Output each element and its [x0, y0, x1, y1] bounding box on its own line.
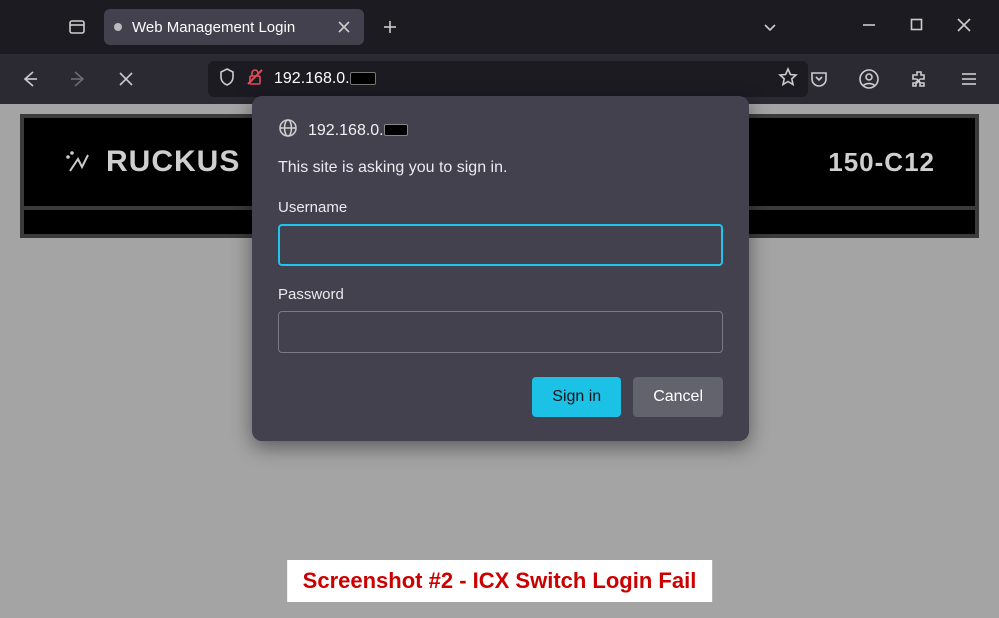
tracking-protection-icon[interactable] — [218, 67, 236, 92]
address-bar[interactable]: 192.168.0. — [208, 61, 808, 97]
back-button[interactable] — [14, 63, 46, 95]
browser-tab[interactable]: Web Management Login — [104, 9, 364, 45]
forward-button — [62, 63, 94, 95]
url-text: 192.168.0. — [274, 70, 376, 88]
account-button[interactable] — [853, 63, 885, 95]
window-maximize-button[interactable] — [910, 18, 923, 36]
username-input[interactable] — [278, 224, 723, 266]
tab-strip: Web Management Login — [0, 0, 999, 54]
tab-close-button[interactable] — [334, 17, 354, 37]
username-label: Username — [278, 199, 723, 216]
new-tab-button[interactable] — [372, 9, 408, 45]
caption-text: Screenshot #2 - ICX Switch Login Fail — [303, 568, 697, 593]
dialog-host-row: 192.168.0. — [278, 118, 723, 143]
device-model: 150-C12 — [828, 147, 935, 178]
window-close-button[interactable] — [957, 18, 971, 37]
tab-title: Web Management Login — [132, 19, 324, 36]
dialog-message: This site is asking you to sign in. — [278, 159, 723, 177]
globe-icon — [278, 118, 298, 143]
extensions-button[interactable] — [903, 63, 935, 95]
brand-logo: RUCKUS — [64, 145, 240, 179]
pocket-button[interactable] — [803, 63, 835, 95]
window-minimize-button[interactable] — [862, 18, 876, 37]
bookmark-button[interactable] — [778, 67, 798, 92]
app-menu-button[interactable] — [953, 63, 985, 95]
auth-dialog: 192.168.0. This site is asking you to si… — [252, 96, 749, 441]
redacted-segment — [350, 72, 376, 85]
brand-name: RUCKUS — [106, 145, 240, 179]
stop-button[interactable] — [110, 63, 142, 95]
password-label: Password — [278, 286, 723, 303]
cancel-button[interactable]: Cancel — [633, 377, 723, 417]
insecure-lock-icon[interactable] — [246, 67, 264, 92]
tab-loading-icon — [114, 23, 122, 31]
redacted-segment — [384, 124, 408, 136]
tabs-list-button[interactable] — [761, 0, 779, 54]
signin-button[interactable]: Sign in — [532, 377, 621, 417]
annotation-caption: Screenshot #2 - ICX Switch Login Fail — [287, 560, 713, 602]
dialog-host: 192.168.0. — [308, 122, 408, 140]
sidebar-panel-button[interactable] — [60, 10, 94, 44]
password-input[interactable] — [278, 311, 723, 353]
